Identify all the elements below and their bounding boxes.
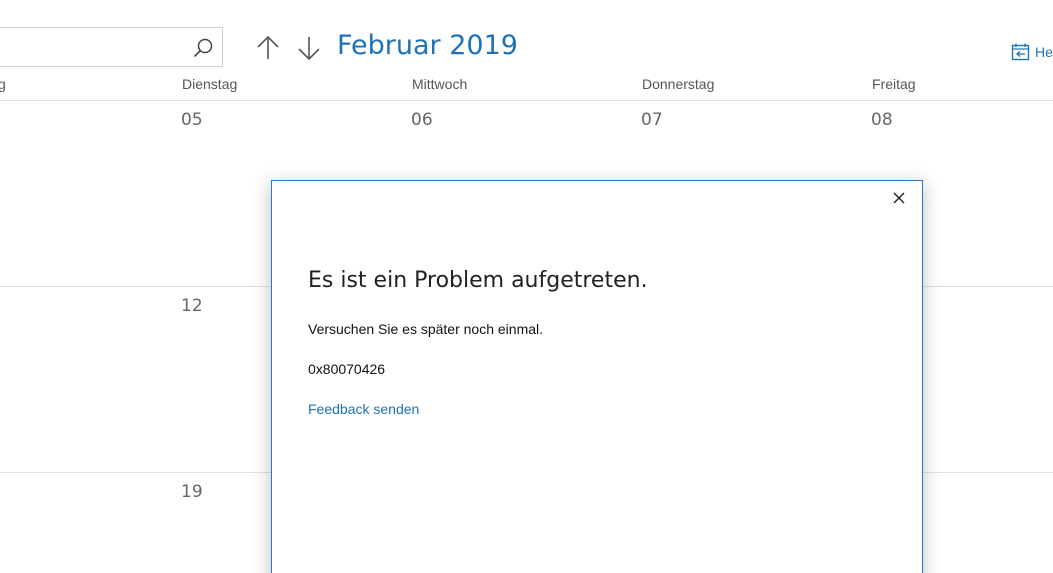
date-cell-05[interactable]: 05 [181,110,203,130]
today-button[interactable]: He [1011,40,1053,64]
month-title: Februar 2019 [337,30,518,61]
date-cell-06[interactable]: 06 [411,110,433,130]
error-code: 0x80070426 [308,361,386,377]
dialog-title: Es ist ein Problem aufgetreten. [308,268,648,293]
arrow-up-icon[interactable] [255,34,281,62]
day-header-thursday: Donnerstag [642,76,715,92]
day-header-friday: Freitag [872,76,916,92]
calendar-today-icon [1011,43,1030,61]
header-divider [0,100,1053,101]
error-dialog: Es ist ein Problem aufgetreten. Versuche… [271,180,923,573]
date-cell-12[interactable]: 12 [181,296,203,316]
dialog-message: Versuchen Sie es später noch einmal. [308,321,544,337]
day-header-wednesday: Mittwoch [412,76,468,92]
day-header-monday: g [0,76,6,92]
calendar-app: Februar 2019 He g Dienstag Mittwoch Donn… [0,0,1053,573]
feedback-link[interactable]: Feedback senden [308,401,419,417]
date-cell-19[interactable]: 19 [181,482,203,502]
close-icon[interactable] [890,189,908,207]
date-cell-07[interactable]: 07 [641,110,663,130]
search-input[interactable] [0,27,223,67]
day-header-tuesday: Dienstag [182,76,238,92]
search-icon[interactable] [192,37,214,59]
date-cell-08[interactable]: 08 [871,110,893,130]
today-label: He [1035,44,1053,60]
arrow-down-icon[interactable] [296,34,322,62]
